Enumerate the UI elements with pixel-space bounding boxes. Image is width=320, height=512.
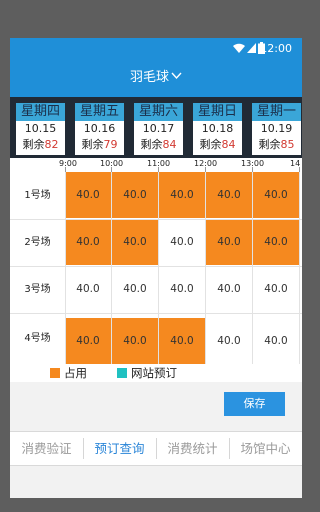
remaining-count: 84 <box>162 138 177 151</box>
remaining-label: 剩余 <box>22 138 45 151</box>
slot-cell[interactable]: 40.0 <box>159 219 205 265</box>
slot-cell[interactable]: 40.0 <box>206 172 252 218</box>
day-date: 10.15 <box>24 122 57 135</box>
remaining-count: 85 <box>280 138 295 151</box>
remaining-label: 剩余 <box>199 138 222 151</box>
grid-line <box>252 172 253 364</box>
slot-cell[interactable]: 40.0 <box>206 318 252 364</box>
grid-line <box>205 172 206 364</box>
day-tab[interactable]: 星期一 10.19 剩余85 <box>252 103 301 155</box>
chevron-down-icon <box>171 72 182 80</box>
page-title: 羽毛球 <box>129 70 169 85</box>
court-label: 4号场 <box>24 333 51 344</box>
slot-cell[interactable]: 40.0 <box>253 318 299 364</box>
clock: 12:00 <box>260 42 292 55</box>
grid-line <box>299 172 300 364</box>
day-name: 星期六 <box>134 103 183 121</box>
court-label: 1号场 <box>24 190 51 201</box>
grid-line <box>10 313 302 314</box>
legend-swatch <box>50 368 60 378</box>
slot-cell[interactable]: 40.0 <box>112 318 158 364</box>
sport-selector[interactable]: 羽毛球 <box>10 69 302 86</box>
court-label: 3号场 <box>24 284 51 295</box>
slot-cell[interactable]: 40.0 <box>65 318 111 364</box>
remaining-label: 剩余 <box>81 138 104 151</box>
grid-line <box>10 266 302 267</box>
status-bar: 12:00 <box>10 38 302 60</box>
grid-line <box>158 172 159 364</box>
day-remaining: 剩余84 <box>134 137 183 153</box>
legend: 占用 网站预订 <box>10 364 302 382</box>
slot-cell[interactable]: 40.0 <box>112 266 158 312</box>
slot-cell[interactable]: 40.0 <box>65 172 111 218</box>
booking-grid: 1号场 40.0 40.0 40.0 40.0 40.0 2号场 40.0 40… <box>10 172 302 364</box>
tab-booking-query[interactable]: 预订查询 <box>83 432 156 465</box>
day-tab[interactable]: 星期五 10.16 剩余79 <box>75 103 124 155</box>
bottom-tab-bar: 消费验证 预订查询 消费统计 场馆中心 <box>10 431 302 466</box>
grid-line <box>111 172 112 364</box>
action-area: 保存 <box>10 382 302 431</box>
time-header: 9:00 10:00 11:00 12:00 13:00 14 <box>10 158 302 172</box>
day-remaining: 剩余85 <box>252 137 301 153</box>
slot-cell[interactable]: 40.0 <box>65 219 111 265</box>
slot-cell[interactable]: 40.0 <box>253 219 299 265</box>
day-name: 星期五 <box>75 103 124 121</box>
day-selector: 星期四 10.15 剩余82 星期五 10.16 剩余79 星期六 10.17 … <box>10 97 302 158</box>
save-button[interactable]: 保存 <box>224 392 285 416</box>
day-tab[interactable]: 星期六 10.17 剩余84 <box>134 103 183 155</box>
legend-label: 网站预订 <box>131 366 177 380</box>
legend-item: 网站预订 <box>117 366 177 380</box>
day-date: 10.19 <box>260 122 293 135</box>
slot-cell[interactable]: 40.0 <box>112 219 158 265</box>
slot-cell[interactable]: 40.0 <box>159 266 205 312</box>
day-name: 星期一 <box>252 103 301 121</box>
slot-cell[interactable]: 40.0 <box>159 318 205 364</box>
day-tab[interactable]: 星期日 10.18 剩余84 <box>193 103 242 155</box>
tab-consume-verify[interactable]: 消费验证 <box>10 432 83 465</box>
legend-swatch <box>117 368 127 378</box>
slot-cell[interactable]: 40.0 <box>65 266 111 312</box>
day-date: 10.16 <box>83 122 116 135</box>
remaining-count: 84 <box>221 138 236 151</box>
grid-line <box>10 219 302 220</box>
app-screen: 12:00 羽毛球 星期四 10.15 剩余82 星期五 10.16 剩余79 … <box>10 38 302 498</box>
remaining-count: 79 <box>103 138 118 151</box>
slot-cell[interactable]: 40.0 <box>253 172 299 218</box>
time-label: 9:00 <box>59 159 77 168</box>
wifi-icon <box>233 43 245 53</box>
signal-icon <box>247 43 256 53</box>
day-tab[interactable]: 星期四 10.15 剩余82 <box>16 103 65 155</box>
remaining-label: 剩余 <box>258 138 281 151</box>
slot-cell[interactable]: 40.0 <box>253 266 299 312</box>
day-date: 10.17 <box>142 122 175 135</box>
slot-cell[interactable]: 40.0 <box>206 219 252 265</box>
day-name: 星期四 <box>16 103 65 121</box>
day-date: 10.18 <box>201 122 234 135</box>
day-name: 星期日 <box>193 103 242 121</box>
legend-label: 占用 <box>64 366 87 380</box>
slot-cell[interactable]: 40.0 <box>206 266 252 312</box>
day-remaining: 剩余79 <box>75 137 124 153</box>
title-bar: 羽毛球 <box>10 60 302 97</box>
court-label: 2号场 <box>24 237 51 248</box>
grid-line <box>65 172 66 364</box>
day-remaining: 剩余84 <box>193 137 242 153</box>
slot-cell[interactable]: 40.0 <box>112 172 158 218</box>
remaining-label: 剩余 <box>140 138 163 151</box>
legend-item: 占用 <box>50 366 87 380</box>
tab-consume-stats[interactable]: 消费统计 <box>156 432 229 465</box>
slot-cell[interactable]: 40.0 <box>159 172 205 218</box>
day-remaining: 剩余82 <box>16 137 65 153</box>
tab-venue-center[interactable]: 场馆中心 <box>229 432 302 465</box>
remaining-count: 82 <box>44 138 59 151</box>
